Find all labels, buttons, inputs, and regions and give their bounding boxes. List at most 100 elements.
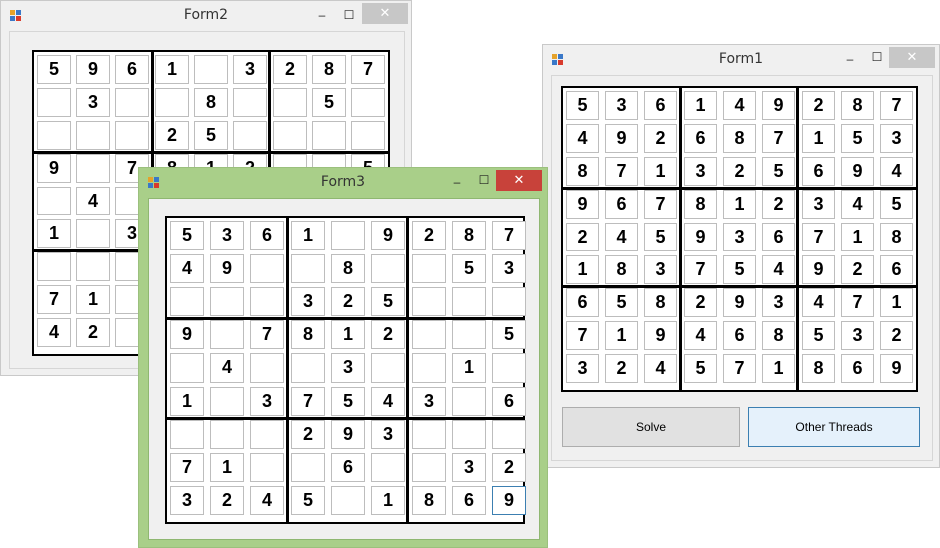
- form1-titlebar[interactable]: Form1 – ☐ ✕: [543, 45, 939, 75]
- sudoku-cell[interactable]: [37, 120, 71, 150]
- sudoku-cell[interactable]: 2: [412, 221, 446, 251]
- sudoku-cell[interactable]: 5: [605, 288, 638, 318]
- sudoku-cell[interactable]: 1: [566, 255, 599, 285]
- sudoku-cell[interactable]: [371, 452, 405, 482]
- sudoku-cell[interactable]: [210, 287, 244, 317]
- sudoku-cell[interactable]: 1: [605, 321, 638, 351]
- minimize-button[interactable]: –: [310, 5, 334, 26]
- sudoku-cell[interactable]: 8: [605, 255, 638, 285]
- sudoku-cell[interactable]: 5: [644, 222, 677, 252]
- sudoku-cell[interactable]: 4: [37, 318, 71, 347]
- sudoku-cell[interactable]: [250, 287, 284, 317]
- sudoku-cell[interactable]: 5: [684, 354, 717, 383]
- minimize-button[interactable]: –: [445, 172, 469, 193]
- sudoku-cell[interactable]: 1: [723, 189, 756, 219]
- sudoku-cell[interactable]: 9: [76, 55, 110, 84]
- sudoku-cell[interactable]: 5: [566, 91, 599, 120]
- sudoku-cell[interactable]: [250, 353, 284, 383]
- sudoku-cell[interactable]: 6: [605, 189, 638, 219]
- sudoku-cell[interactable]: [115, 87, 149, 117]
- sudoku-cell[interactable]: [170, 353, 204, 383]
- sudoku-cell[interactable]: 8: [684, 189, 717, 219]
- sudoku-cell[interactable]: 5: [371, 287, 405, 317]
- sudoku-cell[interactable]: 5: [841, 123, 874, 153]
- sudoku-cell[interactable]: 6: [492, 386, 526, 416]
- sudoku-cell[interactable]: 8: [291, 320, 325, 350]
- sudoku-cell[interactable]: 2: [566, 222, 599, 252]
- sudoku-cell[interactable]: 1: [155, 55, 189, 84]
- sudoku-cell[interactable]: 2: [273, 55, 307, 84]
- sudoku-cell[interactable]: 2: [762, 189, 795, 219]
- sudoku-cell[interactable]: [273, 87, 307, 117]
- sudoku-cell[interactable]: 4: [170, 254, 204, 284]
- sudoku-cell[interactable]: 4: [723, 91, 756, 120]
- sudoku-cell[interactable]: 5: [331, 386, 365, 416]
- sudoku-cell[interactable]: 6: [762, 222, 795, 252]
- sudoku-cell[interactable]: 3: [233, 55, 267, 84]
- sudoku-cell[interactable]: 4: [76, 186, 110, 216]
- sudoku-cell[interactable]: 2: [210, 485, 244, 515]
- sudoku-cell[interactable]: [210, 320, 244, 350]
- sudoku-cell[interactable]: [412, 353, 446, 383]
- sudoku-cell[interactable]: 7: [880, 91, 913, 120]
- sudoku-cell[interactable]: 7: [566, 321, 599, 351]
- sudoku-cell[interactable]: [371, 353, 405, 383]
- form3-window[interactable]: Form3 – ☐ ✕ 5361928749853325978125431137…: [138, 167, 548, 548]
- sudoku-cell[interactable]: 8: [841, 91, 874, 120]
- sudoku-cell[interactable]: 8: [802, 354, 835, 383]
- close-button[interactable]: ✕: [362, 3, 408, 24]
- sudoku-cell[interactable]: 1: [644, 156, 677, 186]
- sudoku-cell[interactable]: [115, 120, 149, 150]
- sudoku-cell[interactable]: 4: [880, 156, 913, 186]
- sudoku-cell[interactable]: [250, 452, 284, 482]
- sudoku-cell[interactable]: 7: [605, 156, 638, 186]
- sudoku-cell[interactable]: 4: [762, 255, 795, 285]
- sudoku-cell[interactable]: [76, 219, 110, 249]
- sudoku-cell[interactable]: 6: [452, 485, 486, 515]
- sudoku-cell[interactable]: 2: [155, 120, 189, 150]
- sudoku-cell[interactable]: [76, 153, 110, 183]
- sudoku-cell[interactable]: 6: [684, 123, 717, 153]
- close-button[interactable]: ✕: [889, 47, 935, 68]
- sudoku-cell[interactable]: 6: [115, 55, 149, 84]
- sudoku-cell[interactable]: [492, 419, 526, 449]
- sudoku-cell[interactable]: 3: [841, 321, 874, 351]
- sudoku-cell[interactable]: 1: [76, 285, 110, 315]
- sudoku-cell[interactable]: [194, 55, 228, 84]
- sudoku-cell[interactable]: 6: [880, 255, 913, 285]
- sudoku-cell[interactable]: 3: [412, 386, 446, 416]
- sudoku-cell[interactable]: 2: [644, 123, 677, 153]
- sudoku-cell[interactable]: 4: [802, 288, 835, 318]
- sudoku-cell[interactable]: [250, 419, 284, 449]
- sudoku-cell[interactable]: 3: [762, 288, 795, 318]
- sudoku-cell[interactable]: 7: [762, 123, 795, 153]
- sudoku-cell[interactable]: 2: [605, 354, 638, 383]
- sudoku-cell[interactable]: 4: [644, 354, 677, 383]
- sudoku-cell[interactable]: 1: [291, 221, 325, 251]
- sudoku-cell[interactable]: 7: [291, 386, 325, 416]
- sudoku-cell[interactable]: 2: [76, 318, 110, 347]
- sudoku-cell[interactable]: 3: [291, 287, 325, 317]
- sudoku-cell[interactable]: 4: [566, 123, 599, 153]
- sudoku-cell[interactable]: [452, 386, 486, 416]
- sudoku-cell[interactable]: [331, 221, 365, 251]
- sudoku-cell[interactable]: 1: [37, 219, 71, 249]
- sudoku-cell[interactable]: 1: [880, 288, 913, 318]
- sudoku-cell[interactable]: 7: [841, 288, 874, 318]
- sudoku-cell[interactable]: [37, 252, 71, 282]
- sudoku-cell[interactable]: 1: [331, 320, 365, 350]
- maximize-button[interactable]: ☐: [337, 5, 361, 26]
- sudoku-cell[interactable]: 4: [210, 353, 244, 383]
- sudoku-cell[interactable]: [371, 254, 405, 284]
- sudoku-cell[interactable]: [76, 120, 110, 150]
- sudoku-cell[interactable]: [312, 120, 346, 150]
- minimize-button[interactable]: –: [838, 49, 862, 70]
- sudoku-cell[interactable]: [291, 452, 325, 482]
- sudoku-cell[interactable]: [492, 353, 526, 383]
- sudoku-cell[interactable]: 9: [723, 288, 756, 318]
- sudoku-cell[interactable]: 9: [644, 321, 677, 351]
- sudoku-cell[interactable]: 7: [802, 222, 835, 252]
- sudoku-cell[interactable]: [210, 386, 244, 416]
- sudoku-cell[interactable]: 5: [170, 221, 204, 251]
- sudoku-cell[interactable]: [155, 87, 189, 117]
